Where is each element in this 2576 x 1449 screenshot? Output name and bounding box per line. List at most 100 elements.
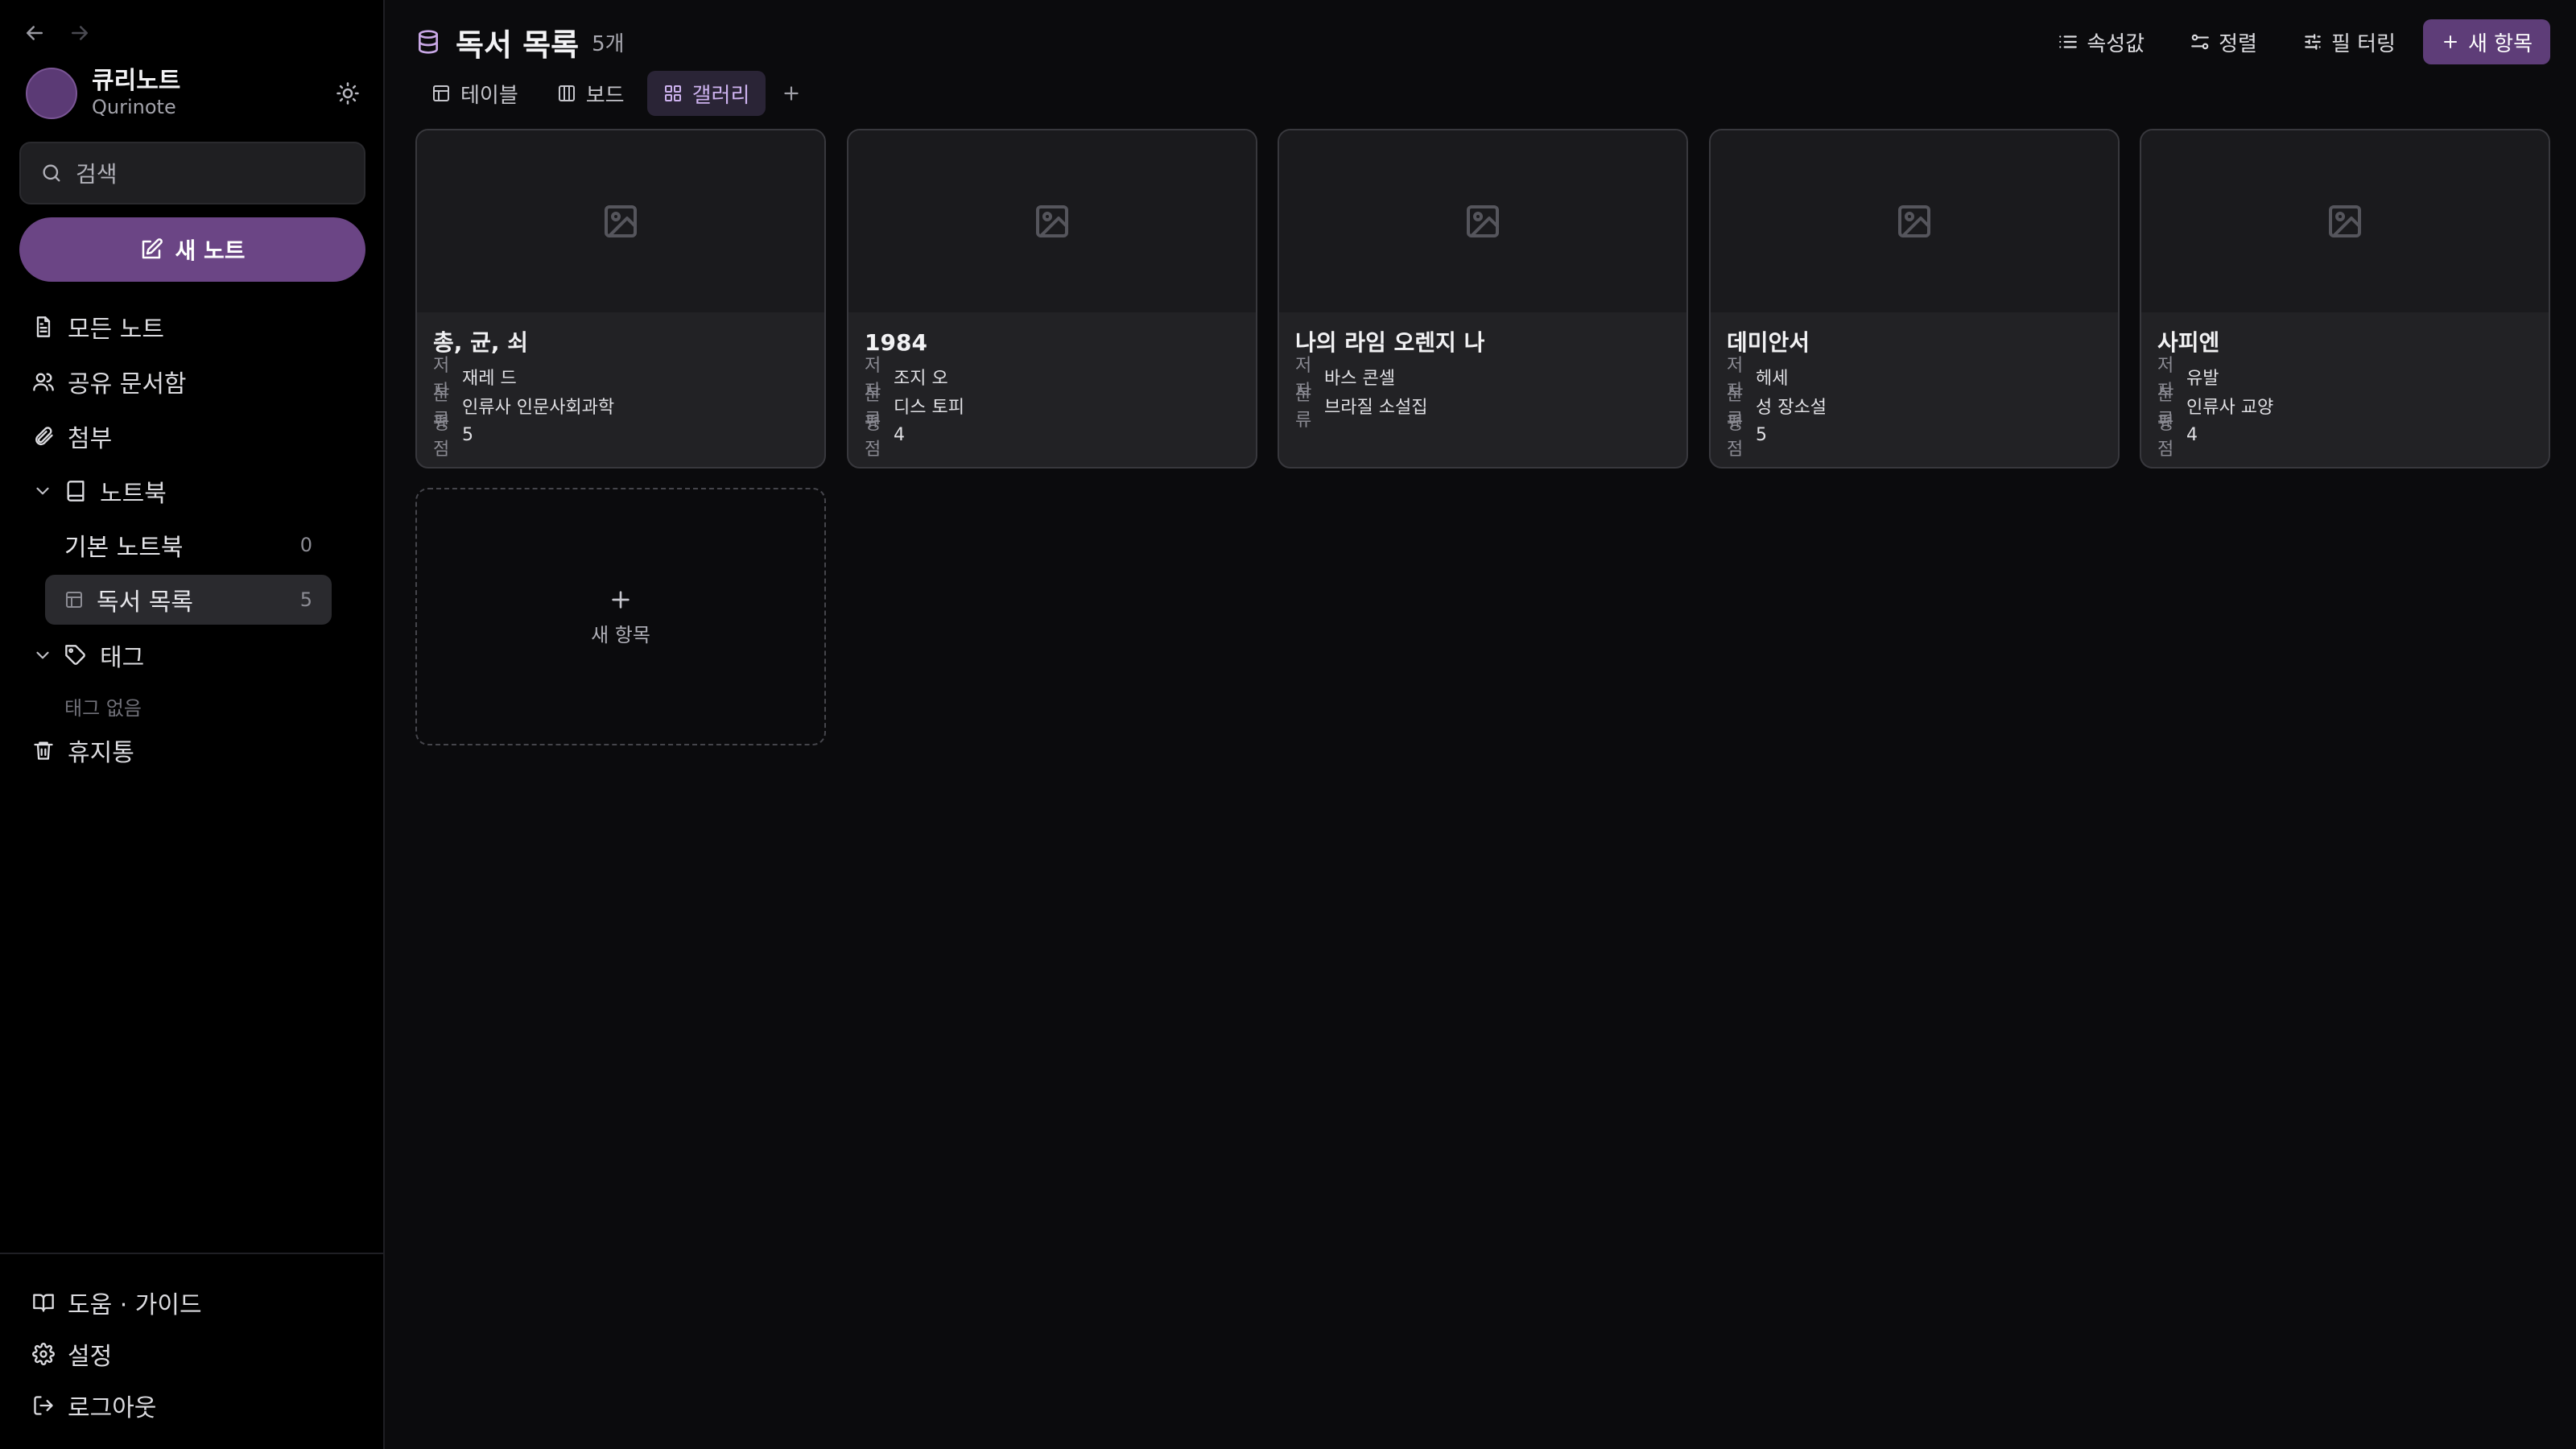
- page-header: 독서 목록 5개: [415, 24, 625, 63]
- tag-icon: [64, 644, 87, 667]
- sidebar-footer: 도움 · 가이드 설정 로그아웃: [0, 1253, 385, 1449]
- sidebar: 큐리노트 Qurinote 검색 새 노트 모든 노트 공유 문서함 첨부 노트…: [0, 0, 385, 1449]
- search-input[interactable]: 검색: [19, 142, 365, 204]
- card-property: 평점 5: [1727, 414, 2102, 460]
- workspace-subtitle: Qurinote: [92, 96, 176, 118]
- forward-arrow-icon[interactable]: [68, 21, 92, 45]
- nav-label: 휴지통: [68, 739, 134, 767]
- new-note-button[interactable]: 새 노트: [19, 217, 365, 282]
- notebooks-section-toggle[interactable]: 노트북: [32, 472, 167, 510]
- nav-label: 모든 노트: [68, 316, 164, 344]
- property-value: 성 장소설: [1756, 398, 1827, 418]
- back-arrow-icon[interactable]: [23, 21, 47, 45]
- main-content: 독서 목록 5개 속성값 정렬 필 터링 새 항목 테이블 보드 갤러리 총, …: [386, 0, 2576, 1449]
- footer-label: 도움 · 가이드: [68, 1291, 202, 1319]
- sort-label: 정렬: [2219, 31, 2257, 56]
- nav-all-notes[interactable]: 모든 노트: [32, 308, 164, 346]
- notebook-label: 기본 노트북: [64, 534, 184, 562]
- sort-button[interactable]: 정렬: [2172, 19, 2275, 64]
- tags-section-toggle[interactable]: 태그: [32, 636, 144, 675]
- property-key: 평점: [433, 414, 450, 460]
- property-value: 4: [2186, 424, 2198, 445]
- tab-gallery[interactable]: 갤러리: [646, 71, 766, 116]
- plus-icon: [608, 587, 634, 613]
- card-property: 저자 바스 콘셀: [1295, 356, 1670, 402]
- grid-icon: [663, 84, 683, 103]
- add-card-label: 새 항목: [591, 623, 650, 646]
- card-cover: [417, 130, 824, 312]
- property-key: 평점: [1727, 414, 1744, 460]
- sun-icon[interactable]: [332, 77, 364, 109]
- property-value: 디스 토피: [894, 398, 964, 418]
- notebook-count: 5: [299, 588, 312, 611]
- gallery-card[interactable]: 1984 저자 조지 오 분류 디스 토피 평점 4: [847, 129, 1257, 469]
- chevron-down-icon: [32, 645, 56, 666]
- property-value: 유발: [2186, 369, 2219, 389]
- property-key: 평점: [865, 414, 881, 460]
- card-cover: [1279, 130, 1686, 312]
- view-toolbar: 속성값 정렬 필 터링 새 항목: [2040, 19, 2550, 64]
- card-title: 사피엔: [2157, 329, 2220, 356]
- image-placeholder-icon: [2326, 202, 2364, 241]
- add-card-button[interactable]: 새 항목: [415, 488, 826, 745]
- footer-help[interactable]: 도움 · 가이드: [32, 1283, 202, 1322]
- card-property: 분류 디스 토피: [865, 385, 1240, 431]
- tags-label: 태그: [100, 644, 145, 672]
- card-property: 분류 인류사 인문사회과학: [433, 385, 808, 431]
- card-property: 분류 인류사 교양: [2157, 385, 2533, 431]
- search-icon: [40, 162, 63, 184]
- image-placeholder-icon: [1463, 202, 1502, 241]
- gallery-card[interactable]: 나의 라임 오렌지 나 저자 바스 콘셀 분류 브라질 소설집: [1278, 129, 1688, 469]
- notebook-item-reading-list[interactable]: 독서 목록 5: [45, 575, 332, 625]
- nav-label: 첨부: [68, 425, 113, 453]
- paperclip-icon: [32, 425, 55, 448]
- nav-shared[interactable]: 공유 문서함: [32, 362, 187, 401]
- new-note-label: 새 노트: [175, 237, 246, 264]
- footer-settings[interactable]: 설정: [32, 1335, 112, 1373]
- plus-icon: [781, 83, 802, 104]
- footer-logout[interactable]: 로그아웃: [32, 1386, 156, 1425]
- image-placeholder-icon: [601, 202, 640, 241]
- gear-icon: [32, 1343, 55, 1365]
- tab-table[interactable]: 테이블: [415, 71, 535, 116]
- gallery-card[interactable]: 사피엔 저자 유발 분류 인류사 교양 평점 4: [2140, 129, 2550, 469]
- workspace-brand[interactable]: 큐리노트 Qurinote: [26, 68, 364, 119]
- item-count: 5개: [592, 31, 625, 56]
- property-value: 5: [1756, 424, 1767, 445]
- chevron-down-icon: [32, 481, 56, 502]
- nav-attachments[interactable]: 첨부: [32, 417, 112, 456]
- gallery-card[interactable]: 총, 균, 쇠 저자 재레 드 분류 인류사 인문사회과학 평점 5: [415, 129, 826, 469]
- footer-label: 설정: [68, 1343, 113, 1371]
- sliders-icon: [2302, 31, 2323, 52]
- gallery-card[interactable]: 데미안서 저자 헤세 분류 성 장소설 평점 5: [1709, 129, 2120, 469]
- card-cover: [2141, 130, 2549, 312]
- card-property: 저자 조지 오: [865, 356, 1240, 402]
- tags-empty-text: 태그 없음: [64, 697, 142, 720]
- notebook-item-default[interactable]: 기본 노트북 0: [45, 520, 332, 570]
- columns-icon: [557, 84, 576, 103]
- search-placeholder: 검색: [76, 161, 118, 188]
- card-property: 저자 헤세: [1727, 356, 2102, 402]
- card-property: 저자 유발: [2157, 356, 2533, 402]
- sort-icon: [2190, 31, 2211, 52]
- tab-label: 테이블: [460, 83, 518, 108]
- filter-button[interactable]: 필 터링: [2285, 19, 2413, 64]
- card-property: 저자 재레 드: [433, 356, 808, 402]
- properties-button[interactable]: 속성값: [2040, 19, 2162, 64]
- tab-board[interactable]: 보드: [541, 71, 641, 116]
- nav-trash[interactable]: 휴지통: [32, 731, 134, 770]
- book-icon: [64, 480, 87, 502]
- card-cover: [848, 130, 1256, 312]
- new-item-button[interactable]: 새 항목: [2422, 19, 2550, 64]
- card-title: 나의 라임 오렌지 나: [1295, 329, 1485, 356]
- image-placeholder-icon: [1033, 202, 1071, 241]
- tab-label: 갤러리: [691, 83, 750, 108]
- property-value: 재레 드: [462, 369, 517, 389]
- card-title: 1984: [865, 329, 927, 356]
- property-value: 4: [894, 424, 905, 445]
- add-view-button[interactable]: [772, 71, 811, 116]
- notebook-label: 독서 목록: [97, 588, 193, 617]
- nav-label: 공유 문서함: [68, 370, 187, 398]
- footer-label: 로그아웃: [68, 1394, 157, 1422]
- card-cover: [1711, 130, 2118, 312]
